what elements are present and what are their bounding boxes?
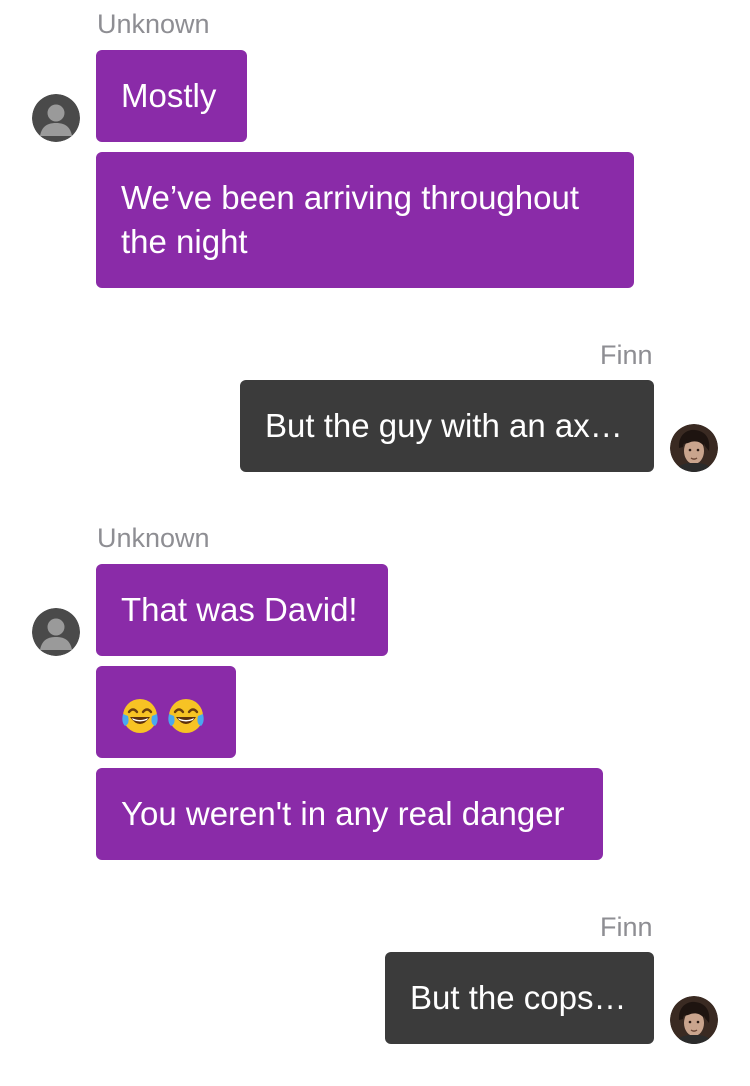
unknown-avatar-icon[interactable] [32,94,80,142]
message-bubble[interactable]: You weren't in any real danger [96,768,603,860]
sender-name-unknown: Unknown [97,523,210,553]
tears-of-joy-emoji-icon [166,696,206,736]
message-bubble[interactable]: But the cops… [385,952,654,1044]
message-bubble[interactable]: We’ve been arriving throughout the night [96,152,634,288]
unknown-avatar-icon[interactable] [32,608,80,656]
sender-name-unknown: Unknown [97,9,210,39]
finn-avatar-icon[interactable] [670,996,718,1044]
emoji-message-bubble[interactable] [96,666,236,758]
message-bubble[interactable]: That was David! [96,564,388,656]
sender-name-finn: Finn [600,912,653,942]
message-bubble[interactable]: Mostly [96,50,247,142]
sender-name-finn: Finn [600,340,653,370]
finn-avatar-icon[interactable] [670,424,718,472]
tears-of-joy-emoji-icon [120,696,160,736]
message-bubble[interactable]: But the guy with an ax… [240,380,654,472]
